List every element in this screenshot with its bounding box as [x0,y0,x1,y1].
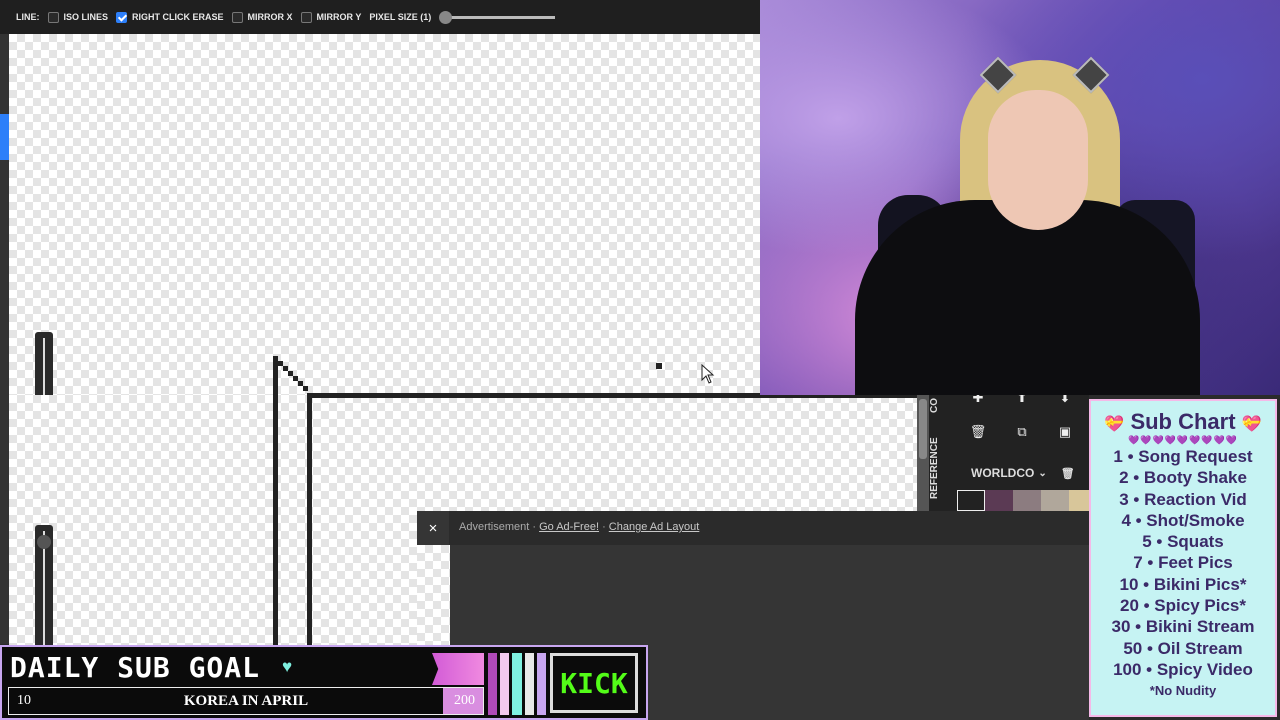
sub-chart-item: 10 • Bikini Pics* [1119,574,1247,594]
palette-swatches [957,490,1097,511]
sub-chart-item: 30 • Bikini Stream [1111,617,1255,637]
iso-lines-label: ISO LINES [63,12,109,22]
mirror-x-checkbox[interactable] [231,11,243,23]
sub-chart-item: 1 • Song Request [1113,447,1253,466]
sub-chart-item: 7 • Feet Pics [1133,553,1233,573]
palette-name: WORLDCO [971,466,1035,480]
mirror-y-option[interactable]: MIRROR Y [300,11,362,23]
sub-chart-item: 50 • Oil Stream [1123,638,1243,658]
mirror-y-label: MIRROR Y [316,12,362,22]
editor-toolbar: LINE: ISO LINES RIGHT CLICK ERASE MIRROR… [0,0,760,34]
heart-icon: 💝 [1104,416,1125,433]
palette-swatch[interactable] [985,490,1013,511]
ad-label-row: Advertisement · Go Ad-Free! · Change Ad … [459,521,700,533]
kick-logo: KICK [550,653,638,713]
goal-end-value: 200 [454,693,475,708]
export-icon[interactable]: ▣ [1054,421,1076,443]
pixel-line-vertical [273,395,278,645]
streamer-body [855,200,1200,395]
goal-label: KOREA IN APRIL [183,693,309,709]
mirror-x-label: MIRROR X [247,12,293,22]
iso-lines-option[interactable]: ISO LINES [47,11,109,23]
mirror-x-option[interactable]: MIRROR X [231,11,293,23]
side-panel: CO REFERENCE ✚ ⬆ ⬇ 🗑 ⧉ ▣ WORLDCO ⌄ 🗑 [929,390,1097,511]
pixel-size-slider[interactable] [439,10,556,24]
sub-chart-item: 20 • Spicy Pics* [1120,596,1246,616]
palette-swatch[interactable] [1013,490,1041,511]
mirror-y-checkbox[interactable] [300,11,312,23]
palette-swatch[interactable] [957,490,985,511]
heart-icon: ♥ [282,657,293,676]
canvas-edge [417,545,450,645]
sub-chart-overlay: 💝 Sub Chart 💝 💜💜💜💜💜💜💜💜💜 1 • Song Request… [1089,399,1277,717]
heart-icon: 💝 [1241,416,1262,433]
daily-sub-goal-widget: DAILY SUB GOAL ♥ 10 KOREA IN APRIL 200 K… [0,645,648,720]
drawing-canvas[interactable] [9,34,760,472]
canvas-scrollbar[interactable] [917,395,929,511]
opacity-slider[interactable] [35,525,53,655]
frame-line-vertical [307,393,312,645]
right-click-erase-option[interactable]: RIGHT CLICK ERASE [116,11,224,23]
goal-progress-bar: 10 KOREA IN APRIL 200 [8,687,484,715]
line-label: LINE: [16,12,40,22]
mouse-cursor-icon [701,364,715,384]
change-ad-layout-link[interactable]: Change Ad Layout [609,521,700,533]
palette-swatch[interactable] [1041,490,1069,511]
close-icon[interactable]: × [417,511,449,545]
heart-divider: 💜💜💜💜💜💜💜💜💜 [1128,435,1238,445]
left-tool-rail [0,34,9,644]
sub-chart-item: 2 • Booty Shake [1119,468,1247,488]
right-click-erase-label: RIGHT CLICK ERASE [132,12,224,22]
palette-selector[interactable]: WORLDCO ⌄ 🗑 [957,461,1075,485]
sub-chart-item: 100 • Spicy Video [1113,659,1253,679]
goal-decoration [432,653,484,685]
sub-chart-item: 5 • Squats [1142,532,1224,552]
pixel-art-stroke [273,356,308,396]
trash-icon[interactable]: 🗑 [967,421,989,443]
goal-title: DAILY SUB GOAL [10,651,261,684]
iso-lines-checkbox[interactable] [47,11,59,23]
ad-label: Advertisement [459,521,530,533]
pixel-size-label: PIXEL SIZE (1) [369,12,432,22]
copy-icon[interactable]: ⧉ [1011,421,1033,443]
pixel-dot [656,363,662,369]
sub-chart-item: 4 • Shot/Smoke [1121,510,1245,530]
sub-chart-item: 3 • Reaction Vid [1119,489,1247,509]
tab-reference[interactable]: REFERENCE [929,435,957,501]
delete-palette-icon[interactable]: 🗑 [1061,467,1075,480]
opacity-handle[interactable] [37,535,51,549]
chevron-down-icon: ⌄ [1038,467,1047,479]
webcam-feed [760,0,1280,395]
sub-chart-header: 💝 Sub Chart 💝 [1091,409,1275,435]
pixel-size-slider-handle[interactable] [439,10,453,24]
canvas-scrollbar-thumb[interactable] [919,399,927,459]
go-ad-free-link[interactable]: Go Ad-Free! [539,521,599,533]
streamer-face [988,90,1088,230]
goal-stripes [488,653,547,715]
right-click-erase-checkbox[interactable] [116,11,128,23]
sub-chart-note: *No Nudity [1149,683,1217,699]
kick-logo-text: KICK [560,666,628,700]
sub-chart-title: Sub Chart [1130,409,1236,434]
tab-colors[interactable]: CO [929,395,957,417]
ad-header: × Advertisement · Go Ad-Free! · Change A… [417,511,1089,545]
active-tool-indicator[interactable] [0,114,9,160]
